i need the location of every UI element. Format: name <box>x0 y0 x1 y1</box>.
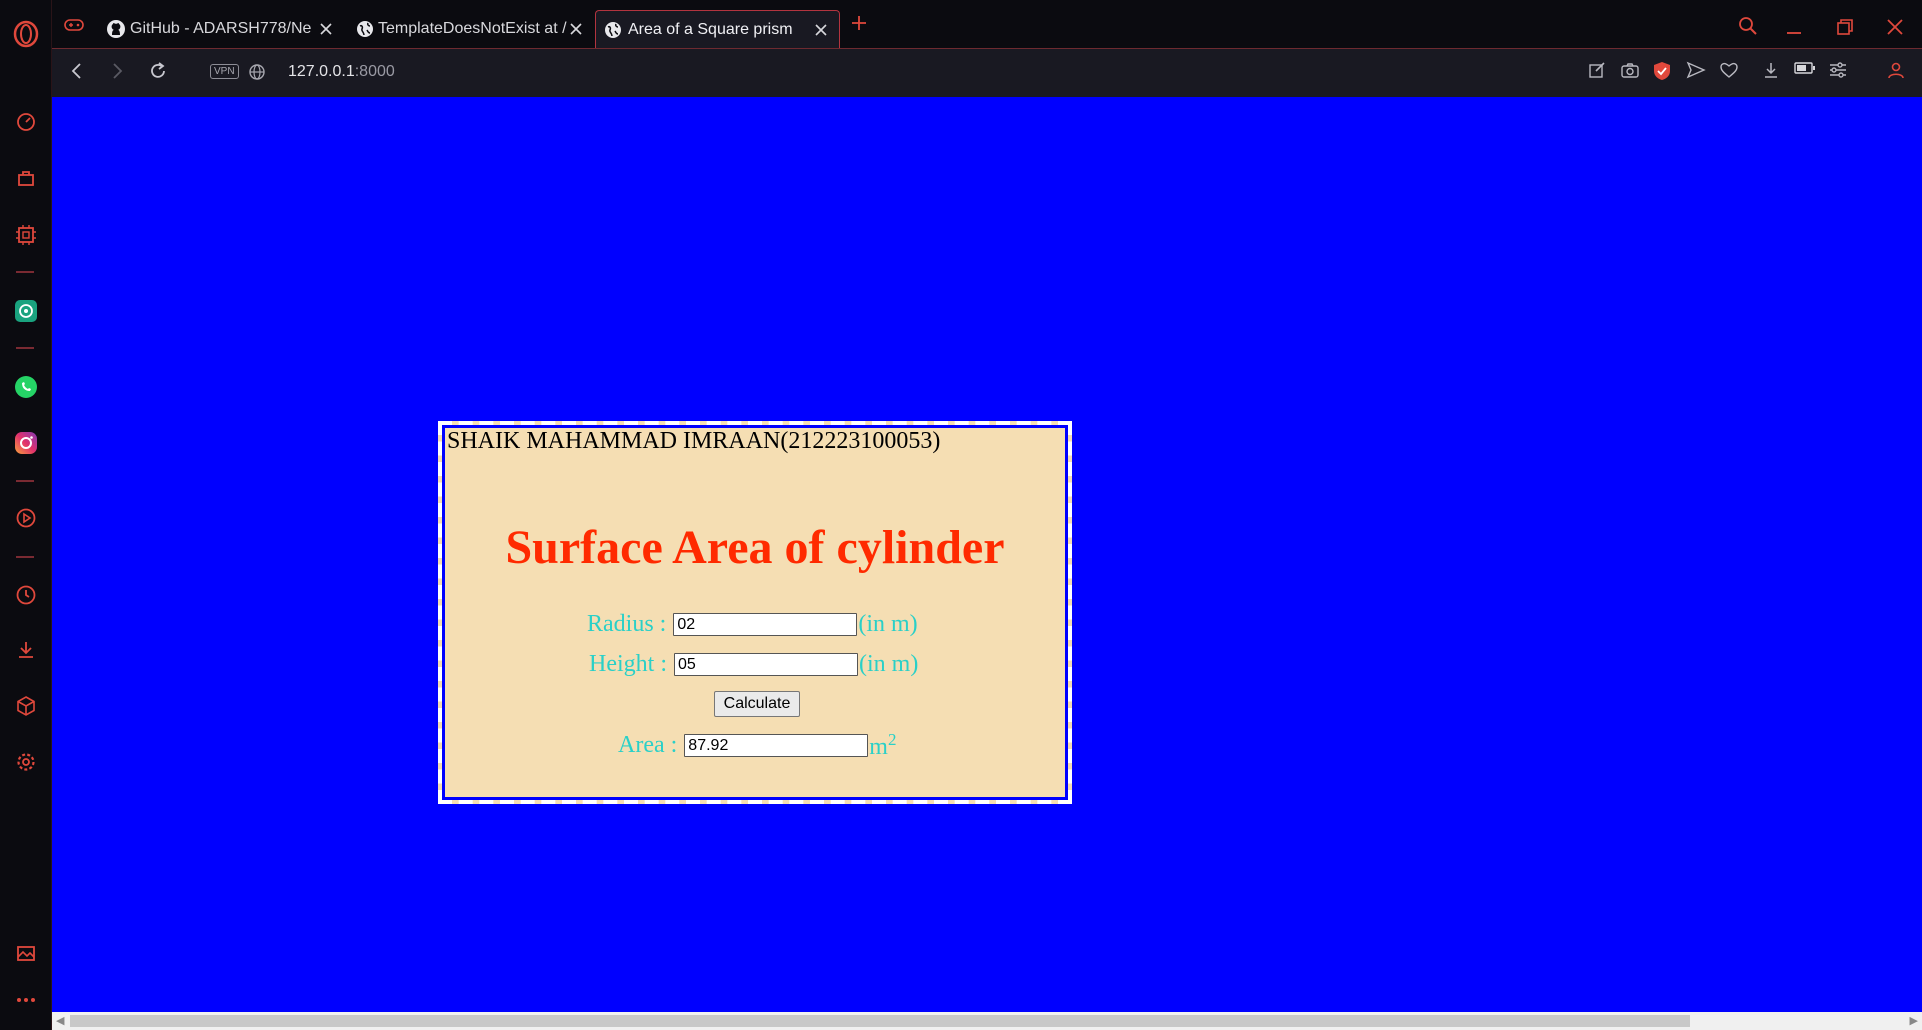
tab-title: TemplateDoesNotExist at / <box>378 20 567 37</box>
calculator-card: SHAIK MAHAMMAD IMRAAN(212223100053) Surf… <box>438 421 1072 804</box>
settings-gear-icon[interactable] <box>0 748 52 776</box>
opera-sidebar <box>0 0 52 1030</box>
address-bar: VPN 127.0.0.1:8000 <box>52 48 1922 97</box>
height-row: Height : (in m) <box>589 651 918 678</box>
battery-saver-icon[interactable] <box>1794 61 1816 75</box>
height-label: Height : <box>589 651 673 677</box>
heart-icon[interactable] <box>1719 61 1739 79</box>
tab-search-icon[interactable] <box>1738 16 1758 36</box>
radius-row: Radius : (in m) <box>587 611 918 638</box>
camera-icon[interactable] <box>1620 61 1640 79</box>
scroll-left-icon[interactable]: ◀ <box>56 1014 64 1027</box>
author-line: SHAIK MAHAMMAD IMRAAN(212223100053) <box>447 428 941 454</box>
reload-icon[interactable] <box>148 61 168 81</box>
chatgpt-icon[interactable] <box>0 297 52 325</box>
area-unit-base: m <box>869 734 888 760</box>
vpn-badge[interactable]: VPN <box>210 64 239 79</box>
whatsapp-icon[interactable] <box>0 373 52 401</box>
back-icon[interactable] <box>68 61 86 81</box>
height-input[interactable] <box>674 653 858 676</box>
page-viewport: SHAIK MAHAMMAD IMRAAN(212223100053) Surf… <box>52 97 1922 1012</box>
horizontal-scrollbar[interactable]: ◀ ▶ <box>52 1012 1922 1030</box>
url-field[interactable]: 127.0.0.1:8000 <box>288 63 395 81</box>
area-output[interactable] <box>684 734 869 757</box>
minimize-button[interactable] <box>1785 18 1803 36</box>
gamepad-icon[interactable] <box>64 18 84 32</box>
calculate-button[interactable]: Calculate <box>714 691 800 717</box>
sidebar-divider <box>16 556 34 558</box>
area-row: Area : m2 <box>618 730 896 761</box>
sidebar-divider <box>16 347 34 349</box>
bag-icon[interactable] <box>0 164 52 192</box>
area-unit: m2 <box>869 730 896 761</box>
snapshot-edit-icon[interactable] <box>1588 61 1606 79</box>
close-window-button[interactable] <box>1886 18 1904 36</box>
url-host: 127.0.0.1 <box>288 63 355 80</box>
github-icon <box>106 19 126 39</box>
tab-title: GitHub - ADARSH778/Near <box>130 20 312 37</box>
tab-close-icon[interactable] <box>566 19 586 39</box>
globe-icon <box>356 20 374 38</box>
page-title: Surface Area of cylinder <box>505 521 1005 574</box>
player-icon[interactable] <box>0 504 52 532</box>
pinboard-gallery-icon[interactable] <box>0 939 52 967</box>
instagram-icon[interactable] <box>0 429 52 457</box>
tab-title: Area of a Square prism <box>628 20 793 38</box>
area-label: Area : <box>618 732 684 758</box>
forward-icon[interactable] <box>108 61 126 81</box>
new-tab-button[interactable] <box>850 14 868 32</box>
send-icon[interactable] <box>1686 61 1706 79</box>
height-unit: (in m) <box>859 651 919 677</box>
tab-template-error[interactable]: TemplateDoesNotExist at / <box>350 10 594 48</box>
radius-unit: (in m) <box>858 611 918 637</box>
tab-github[interactable]: GitHub - ADARSH778/Near <box>104 10 344 48</box>
area-unit-exponent: 2 <box>887 730 897 749</box>
radius-input[interactable] <box>673 613 858 636</box>
sidebar-divider <box>16 271 34 273</box>
profile-icon[interactable] <box>1888 61 1904 79</box>
downloads-icon[interactable] <box>0 636 52 664</box>
scroll-right-icon[interactable]: ▶ <box>1910 1014 1918 1027</box>
restore-button[interactable] <box>1836 18 1854 36</box>
scrollbar-thumb[interactable] <box>70 1015 1690 1027</box>
opera-logo-icon[interactable] <box>0 14 52 54</box>
tab-close-icon[interactable] <box>811 20 831 40</box>
tab-bar: GitHub - ADARSH778/Near TemplateDoesNotE… <box>52 0 1922 48</box>
url-port: :8000 <box>354 63 395 80</box>
download-icon[interactable] <box>1762 61 1780 79</box>
cpu-icon[interactable] <box>0 220 52 250</box>
tab-close-icon[interactable] <box>316 19 336 39</box>
speed-dial-icon[interactable] <box>0 108 52 136</box>
adblock-shield-icon[interactable] <box>1653 61 1671 81</box>
history-icon[interactable] <box>0 581 52 609</box>
globe-icon <box>604 21 622 39</box>
more-dots-icon[interactable] <box>0 990 52 1010</box>
sidebar-divider <box>16 480 34 482</box>
site-info-globe-icon[interactable] <box>248 63 266 81</box>
extensions-cube-icon[interactable] <box>0 692 52 720</box>
tab-area-square-prism[interactable]: Area of a Square prism <box>595 10 840 48</box>
radius-label: Radius : <box>587 611 673 637</box>
easy-setup-sliders-icon[interactable] <box>1828 61 1848 79</box>
